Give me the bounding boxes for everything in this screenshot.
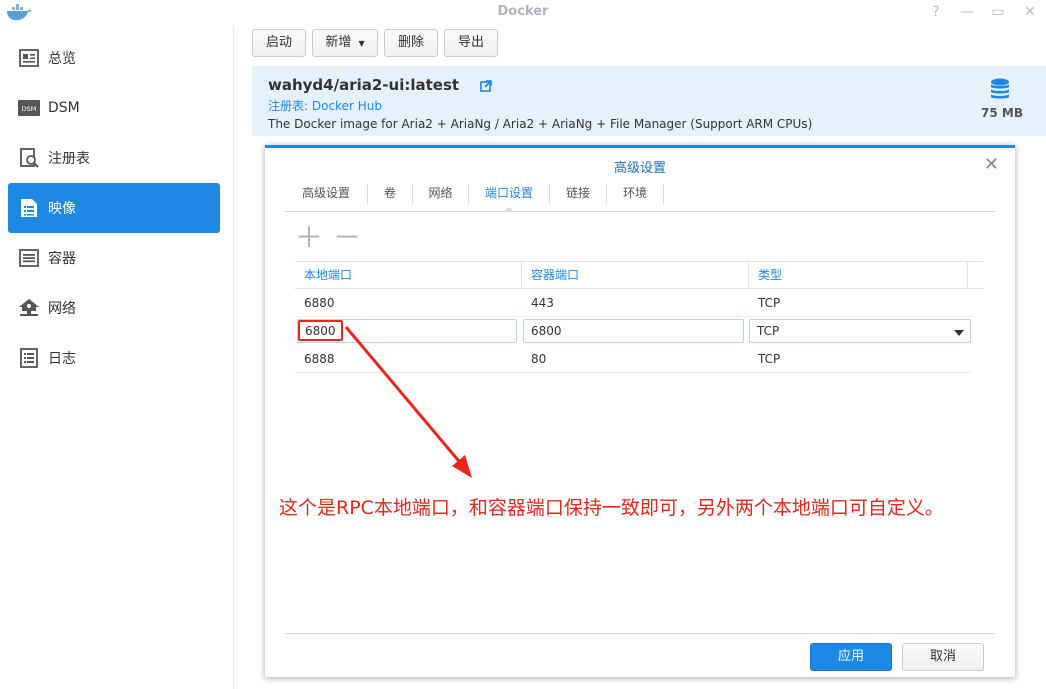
close-icon[interactable]: ✕ (1020, 2, 1040, 22)
help-icon[interactable]: ? (926, 2, 946, 22)
dropdown-caret-icon (954, 330, 964, 336)
local-port-cell: 6888 (304, 352, 335, 366)
sidebar-item-overview[interactable]: 总览 (8, 33, 220, 83)
tab-divider (663, 184, 664, 204)
container-icon (18, 247, 40, 269)
advanced-settings-dialog: 高级设置 ✕ 高级设置 卷 网络 端口设置 链接 环境 ＋ － 本地端口 容器端… (265, 145, 1015, 677)
export-button[interactable]: 导出 (444, 29, 498, 57)
minimize-icon[interactable]: — (957, 2, 977, 22)
external-link-icon[interactable] (480, 80, 492, 92)
tab-environment[interactable]: 环境 (607, 180, 663, 210)
sidebar-item-label: 总览 (48, 51, 76, 67)
column-header-local-port[interactable]: 本地端口 (295, 262, 521, 289)
sidebar-item-label: 日志 (48, 351, 76, 367)
window-title: Docker (497, 4, 549, 19)
add-button-label: 新增 (325, 35, 352, 50)
table-header: 本地端口 容器端口 类型 (295, 261, 983, 289)
sidebar-item-label: 注册表 (48, 151, 90, 167)
annotation-highlight-box (298, 320, 343, 341)
cancel-button[interactable]: 取消 (902, 643, 984, 671)
sidebar-item-label: 映像 (48, 201, 76, 217)
sidebar: 总览 DSM DSM 注册表 映像 容器 网络 日志 (0, 26, 234, 689)
column-header-container-port[interactable]: 容器端口 (522, 262, 748, 289)
image-icon (18, 197, 40, 219)
apply-button[interactable]: 应用 (810, 643, 892, 671)
window-titlebar: Docker ? — ▭ ✕ (0, 0, 1046, 26)
column-divider (967, 262, 968, 289)
sidebar-item-log[interactable]: 日志 (8, 333, 220, 383)
sidebar-item-label: 容器 (48, 251, 76, 267)
sidebar-item-label: 网络 (48, 301, 76, 317)
active-tab-indicator (504, 207, 514, 212)
sidebar-item-registry[interactable]: 注册表 (8, 133, 220, 183)
sidebar-item-label: DSM (48, 100, 80, 116)
annotation-text: 这个是RPC本地端口，和容器端口保持一致即可，另外两个本地端口可自定义。 (279, 497, 944, 519)
local-port-cell: 6880 (304, 296, 335, 310)
maximize-icon[interactable]: ▭ (988, 2, 1008, 22)
table-row[interactable]: 6888 80 TCP (295, 345, 973, 373)
sidebar-item-container[interactable]: 容器 (8, 233, 220, 283)
container-port-input[interactable]: 6800 (523, 319, 744, 343)
dialog-footer-divider (285, 633, 995, 634)
add-button[interactable]: 新增 ▼ (312, 29, 378, 57)
overview-icon (18, 47, 40, 69)
delete-button[interactable]: 删除 (384, 29, 438, 57)
tab-advanced[interactable]: 高级设置 (285, 180, 367, 210)
type-cell: TCP (758, 352, 781, 366)
add-port-icon[interactable]: ＋ (295, 224, 323, 252)
tab-volume[interactable]: 卷 (368, 180, 412, 210)
image-registry[interactable]: 注册表: Docker Hub (268, 97, 382, 114)
caret-down-icon: ▼ (358, 39, 365, 48)
remove-port-icon[interactable]: － (333, 224, 361, 252)
dialog-tabs: 高级设置 卷 网络 端口设置 链接 环境 (285, 180, 995, 212)
container-port-cell: 443 (531, 296, 554, 310)
dialog-title: 高级设置 (613, 161, 666, 176)
image-size: 75 MB (981, 106, 1023, 120)
sidebar-item-dsm[interactable]: DSM DSM (8, 83, 220, 133)
registry-icon (18, 147, 40, 169)
sidebar-item-network[interactable]: 网络 (8, 283, 220, 333)
table-row-editing: 6800 6800 TCP (295, 317, 973, 345)
type-select[interactable]: TCP (749, 319, 971, 343)
dialog-close-icon[interactable]: ✕ (984, 154, 999, 175)
dsm-icon: DSM (18, 97, 40, 119)
database-icon (991, 78, 1009, 99)
sidebar-item-image[interactable]: 映像 (8, 183, 220, 233)
svg-text:DSM: DSM (22, 105, 37, 113)
column-header-type[interactable]: 类型 (749, 262, 967, 289)
image-info-banner: wahyd4/aria2-ui:latest 注册表: Docker Hub T… (252, 66, 1046, 136)
tab-network[interactable]: 网络 (413, 180, 468, 210)
network-icon (18, 297, 40, 319)
table-row[interactable]: 6880 443 TCP (295, 289, 973, 317)
container-port-cell: 80 (531, 352, 547, 366)
log-icon (18, 347, 40, 369)
image-name: wahyd4/aria2-ui:latest (268, 76, 460, 94)
type-select-value: TCP (757, 324, 780, 338)
type-cell: TCP (758, 296, 781, 310)
tab-port-settings[interactable]: 端口设置 (469, 180, 549, 210)
launch-button[interactable]: 启动 (252, 29, 306, 57)
image-description: The Docker image for Aria2 + AriaNg / Ar… (268, 117, 813, 131)
tab-links[interactable]: 链接 (550, 180, 606, 210)
